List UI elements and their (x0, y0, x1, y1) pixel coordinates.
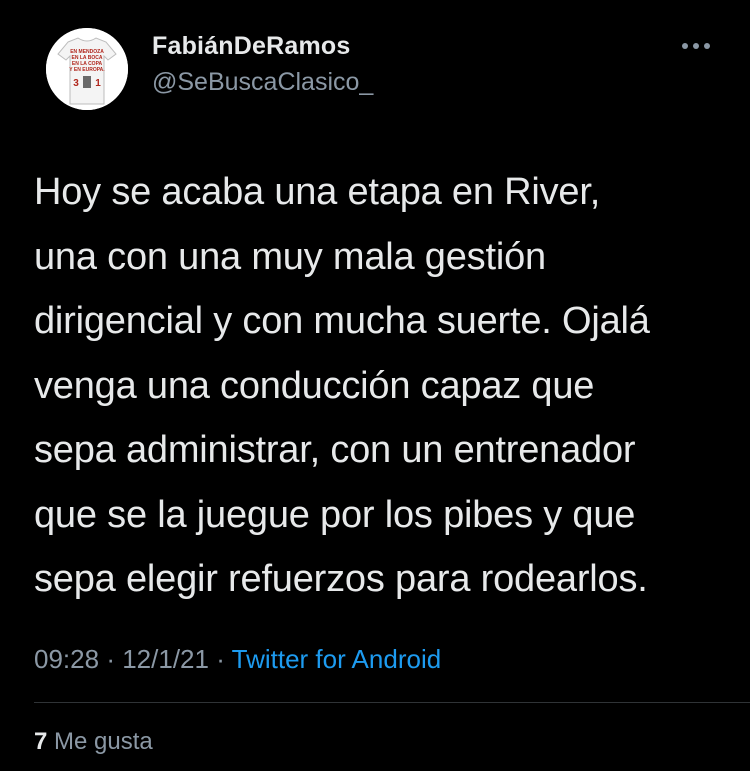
user-handle[interactable]: @SeBuscaClasico_ (152, 66, 373, 98)
tweet-source-link[interactable]: Twitter for Android (232, 644, 442, 674)
meta-separator: · (216, 644, 225, 674)
tweet-header: EN MENDOZA EN LA BOCA EN LA COPA Y EN EU… (36, 22, 722, 112)
tweet-time[interactable]: 09:28 (34, 644, 99, 674)
tweet-date[interactable]: 12/1/21 (122, 644, 209, 674)
tweet-text: Hoy se acaba una etapa en River, una con… (34, 171, 650, 600)
tweet-metadata: 09:28 · 12/1/21 · Twitter for Android (34, 640, 441, 678)
meta-separator: · (106, 644, 115, 674)
likes-link[interactable]: 7 Me gusta (34, 724, 153, 760)
avatar-shirt-image: EN MENDOZA EN LA BOCA EN LA COPA Y EN EU… (46, 28, 128, 110)
more-horizontal-icon (682, 43, 710, 49)
likes-label: Me gusta (54, 728, 153, 755)
avatar-text-line-4: Y EN EUROPA. (69, 67, 105, 73)
more-options-button[interactable] (678, 34, 714, 58)
tweet-detail: EN MENDOZA EN LA BOCA EN LA COPA Y EN EU… (0, 0, 750, 771)
avatar[interactable]: EN MENDOZA EN LA BOCA EN LA COPA Y EN EU… (46, 28, 128, 110)
divider (34, 702, 750, 703)
avatar-trophy-icon (83, 76, 91, 88)
avatar-score-right: 1 (95, 78, 101, 89)
author-names[interactable]: FabiánDeRamos @SeBuscaClasico_ (152, 30, 373, 98)
avatar-score-left: 3 (73, 78, 79, 89)
likes-count: 7 (34, 728, 48, 755)
display-name[interactable]: FabiánDeRamos (152, 30, 373, 62)
